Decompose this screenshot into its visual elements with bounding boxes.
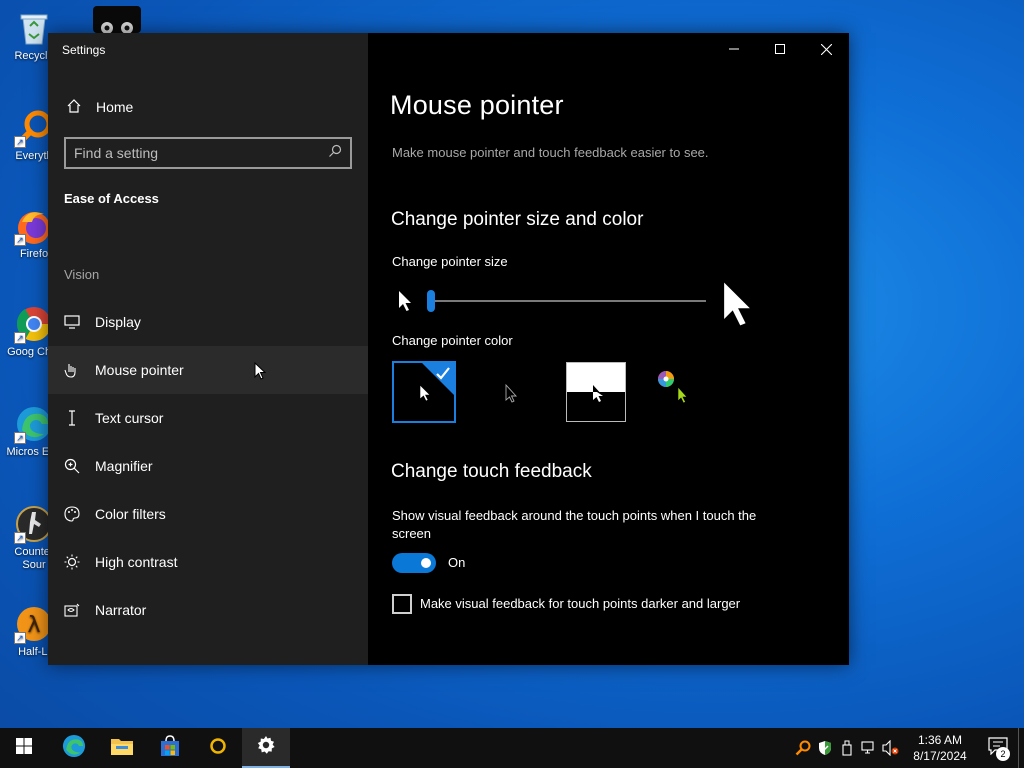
pointer-color-label: Change pointer color — [392, 333, 513, 348]
page-title: Mouse pointer — [390, 90, 564, 120]
volume-muted-icon[interactable] — [880, 728, 902, 768]
mouse-cursor-icon — [254, 361, 267, 383]
toggle-state-label: On — [448, 555, 466, 570]
pointer-color-white-option[interactable] — [392, 361, 456, 423]
sidebar-item-label: Magnifier — [95, 458, 153, 474]
tray-search-tool-icon[interactable] — [792, 728, 814, 768]
slider-track — [428, 300, 706, 302]
search-box[interactable] — [64, 137, 352, 169]
window-caption-buttons — [711, 33, 849, 65]
touch-feedback-toggle[interactable] — [392, 553, 436, 573]
search-icon[interactable] — [328, 144, 342, 163]
high-contrast-icon — [64, 554, 80, 570]
page-description: Make mouse pointer and touch feedback ea… — [392, 145, 709, 160]
sidebar-item-narrator[interactable]: Narrator — [48, 586, 368, 634]
touch-section-heading: Change touch feedback — [391, 461, 592, 482]
taskbar-edge-button[interactable] — [50, 728, 98, 768]
minimize-button[interactable] — [711, 33, 757, 65]
usb-device-icon[interactable] — [836, 728, 858, 768]
file-explorer-icon — [110, 736, 134, 761]
sidebar-item-magnifier[interactable]: Magnifier — [48, 442, 368, 490]
touch-description: Show visual feedback around the touch po… — [392, 507, 756, 543]
system-tray: 1:36 AM 8/17/2024 2 — [792, 728, 1024, 768]
sidebar-item-label: Mouse pointer — [95, 362, 184, 378]
color-filters-icon — [64, 506, 80, 522]
home-icon — [66, 98, 96, 117]
nav-home-label: Home — [96, 99, 134, 115]
show-desktop-button[interactable] — [1018, 728, 1024, 768]
narrator-icon — [64, 602, 80, 618]
darker-feedback-label: Make visual feedback for touch points da… — [420, 596, 741, 611]
search-input[interactable] — [74, 145, 328, 161]
touch-description-line: Show visual feedback around the touch po… — [392, 508, 757, 523]
slider-thumb[interactable] — [427, 290, 435, 312]
windows-security-icon[interactable] — [814, 728, 836, 768]
windows-start-icon — [16, 737, 32, 759]
pointer-size-slider[interactable] — [392, 282, 832, 336]
toggle-knob — [421, 558, 431, 568]
action-center-button[interactable]: 2 — [978, 728, 1018, 768]
pointer-color-black-option[interactable] — [476, 361, 540, 423]
darker-feedback-checkbox[interactable] — [392, 594, 412, 614]
settings-content: Mouse pointer Make mouse pointer and tou… — [368, 33, 849, 665]
sidebar-item-mouse-pointer[interactable]: Mouse pointer — [48, 346, 368, 394]
pointer-color-custom-option[interactable] — [648, 361, 712, 423]
sidebar-item-text-cursor[interactable]: Text cursor — [48, 394, 368, 442]
sidebar-item-label: Color filters — [95, 506, 166, 522]
store-icon — [159, 734, 181, 762]
search-app-icon — [209, 737, 227, 760]
sidebar-item-label: High contrast — [95, 554, 178, 570]
edge-icon — [61, 733, 87, 764]
taskbar-store-button[interactable] — [146, 728, 194, 768]
large-pointer-icon — [722, 280, 752, 333]
network-icon[interactable] — [858, 728, 880, 768]
clock-time: 1:36 AM — [917, 733, 963, 747]
start-button[interactable] — [0, 728, 48, 768]
sidebar-item-label: Text cursor — [95, 410, 164, 426]
sidebar-item-label: Display — [95, 314, 141, 330]
text-cursor-icon — [64, 410, 80, 426]
taskbar-settings-button[interactable] — [242, 728, 290, 768]
clock-date: 8/17/2024 — [913, 749, 967, 763]
sidebar-item-display[interactable]: Display — [48, 298, 368, 346]
nav-home[interactable]: Home — [48, 91, 368, 123]
sidebar-item-high-contrast[interactable]: High contrast — [48, 538, 368, 586]
sidebar-item-color-filters[interactable]: Color filters — [48, 490, 368, 538]
taskbar-search-app-button[interactable] — [194, 728, 242, 768]
magnifier-icon — [64, 458, 80, 474]
pointer-size-label: Change pointer size — [392, 254, 508, 269]
sidebar-nav: Display Mouse pointer Text cursor Magnif… — [48, 298, 368, 634]
pointer-section-heading: Change pointer size and color — [391, 209, 644, 230]
settings-window: Settings Home Ease of Access Vision Disp… — [48, 33, 849, 665]
section-heading: Ease of Access — [64, 191, 159, 206]
display-icon — [64, 314, 80, 330]
small-pointer-icon — [398, 290, 412, 317]
close-button[interactable] — [803, 33, 849, 65]
svg-text:λ: λ — [27, 613, 40, 638]
maximize-button[interactable] — [757, 33, 803, 65]
taskbar-clock[interactable]: 1:36 AM 8/17/2024 — [902, 732, 978, 764]
desktop-app-icon[interactable] — [93, 6, 141, 34]
sidebar-item-label: Narrator — [95, 602, 147, 618]
mouse-pointer-icon — [64, 362, 80, 378]
touch-description-line: screen — [392, 526, 432, 541]
settings-icon — [256, 735, 276, 760]
group-label-vision: Vision — [64, 267, 100, 282]
taskbar: 1:36 AM 8/17/2024 2 — [0, 728, 1024, 768]
pointer-color-inverted-option[interactable] — [566, 362, 626, 422]
taskbar-file-explorer-button[interactable] — [98, 728, 146, 768]
window-title: Settings — [62, 43, 106, 57]
settings-sidebar: Settings Home Ease of Access Vision Disp… — [48, 33, 368, 665]
notification-count-badge: 2 — [996, 747, 1010, 761]
